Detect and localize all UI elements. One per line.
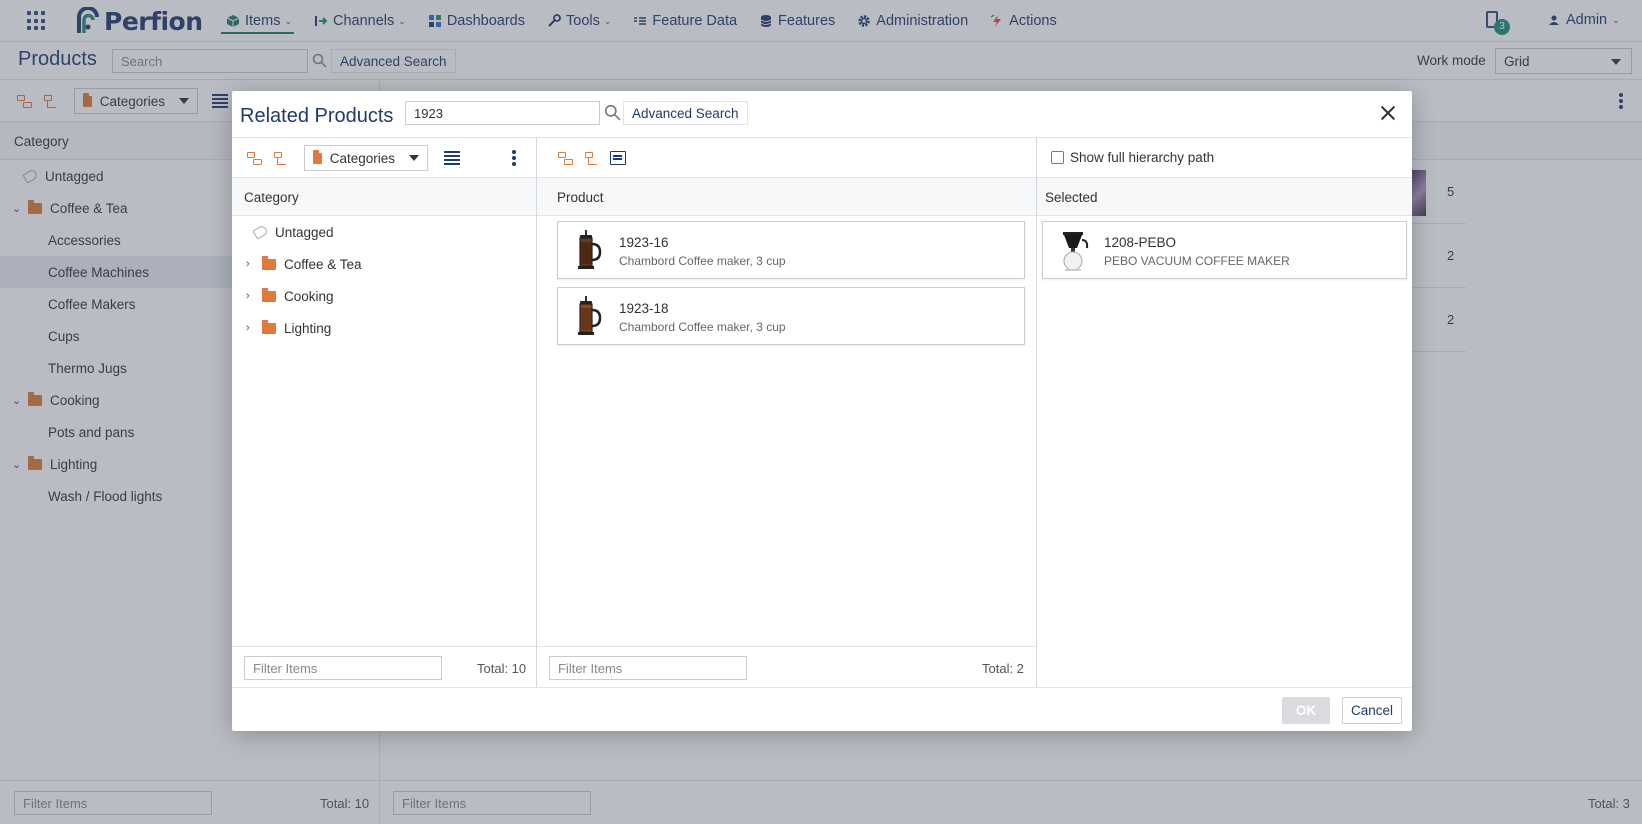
show-hierarchy-label[interactable]: Show full hierarchy path (1070, 150, 1214, 165)
folder-icon (262, 319, 276, 334)
dialog-product-panel: Product 1923-16 Chambord Coffee maker, 3… (537, 137, 1037, 688)
tree-item-lighting[interactable]: › Lighting (232, 312, 536, 344)
category-column-header: Category (232, 178, 536, 216)
search-icon[interactable] (604, 104, 621, 121)
tree-list-icon[interactable] (584, 150, 600, 166)
chevron-right-icon[interactable]: › (246, 290, 256, 302)
filter-items-input[interactable]: Filter Items (549, 656, 747, 680)
folder-icon (313, 149, 322, 164)
product-description: Chambord Coffee maker, 3 cup (619, 320, 786, 334)
detail-view-icon[interactable] (610, 151, 626, 165)
product-description: Chambord Coffee maker, 3 cup (619, 254, 786, 268)
tree-view-icon[interactable] (557, 150, 573, 166)
tree-item-cooking[interactable]: › Cooking (232, 280, 536, 312)
ok-button[interactable]: OK (1282, 697, 1330, 724)
chevron-right-icon[interactable]: › (246, 322, 256, 334)
product-sku: 1923-16 (619, 235, 669, 250)
tree-item-label: Lighting (284, 320, 332, 336)
product-description: PEBO VACUUM COFFEE MAKER (1104, 254, 1290, 268)
product-card[interactable]: 1923-16 Chambord Coffee maker, 3 cup (557, 221, 1025, 279)
folder-icon (262, 287, 276, 302)
dialog-category-panel: Categories Category Untagged › Coffee & T… (232, 137, 537, 688)
tree-item-label: Coffee & Tea (284, 256, 362, 272)
dialog-footer: OK Cancel (232, 687, 1412, 731)
tree-view-icon[interactable] (246, 150, 262, 166)
more-options-icon[interactable] (512, 150, 516, 166)
product-sku: 1923-18 (619, 301, 669, 316)
tag-icon (252, 224, 269, 240)
show-hierarchy-checkbox[interactable] (1051, 151, 1064, 164)
tree-item-coffee-tea[interactable]: › Coffee & Tea (232, 248, 536, 280)
product-card[interactable]: 1923-18 Chambord Coffee maker, 3 cup (557, 287, 1025, 345)
product-sku: 1208-PEBO (1104, 235, 1177, 250)
filter-items-input[interactable]: Filter Items (244, 656, 442, 680)
product-panel-toolbar (537, 138, 1036, 178)
vacuum-coffee-maker-image (1063, 232, 1089, 271)
total-count: Total: 10 (477, 661, 527, 676)
related-products-dialog: Related Products 1923 Advanced Search Ca… (232, 91, 1412, 731)
list-view-icon[interactable] (444, 151, 460, 165)
tree-item-label: Cooking (284, 288, 334, 304)
dialog-selected-panel: Show full hierarchy path Selected 1208-P… (1037, 137, 1412, 687)
chevron-right-icon[interactable]: › (246, 258, 256, 270)
category-panel-footer: Filter Items Total: 10 (232, 646, 536, 688)
categories-dropdown-label: Categories (329, 150, 395, 166)
product-panel-footer: Filter Items Total: 2 (537, 646, 1036, 688)
product-list: 1923-16 Chambord Coffee maker, 3 cup 192… (537, 216, 1036, 646)
french-press-image (578, 230, 602, 269)
dialog-title: Related Products (240, 105, 394, 127)
category-panel-toolbar: Categories (232, 138, 536, 178)
dialog-category-tree: Untagged › Coffee & Tea › Cooking › Lightin… (232, 216, 536, 646)
product-column-header: Product (537, 178, 1036, 216)
dropdown-arrow-icon (409, 155, 419, 161)
french-press-image (578, 296, 602, 335)
advanced-search-button[interactable]: Advanced Search (623, 101, 748, 125)
dialog-search-input[interactable]: 1923 (405, 101, 600, 125)
total-count: Total: 2 (982, 661, 1024, 676)
tree-list-icon[interactable] (273, 150, 289, 166)
selected-list: 1208-PEBO PEBO VACUUM COFFEE MAKER (1037, 216, 1412, 646)
tree-item-untagged[interactable]: Untagged (232, 216, 536, 248)
cancel-button[interactable]: Cancel (1342, 697, 1402, 724)
selected-column-header: Selected (1037, 178, 1412, 216)
close-icon[interactable] (1378, 103, 1398, 123)
tree-item-label: Untagged (275, 224, 334, 240)
selected-panel-toolbar: Show full hierarchy path (1037, 138, 1412, 178)
categories-dropdown[interactable]: Categories (304, 145, 428, 171)
selected-product-card[interactable]: 1208-PEBO PEBO VACUUM COFFEE MAKER (1042, 221, 1407, 279)
folder-icon (262, 255, 276, 270)
